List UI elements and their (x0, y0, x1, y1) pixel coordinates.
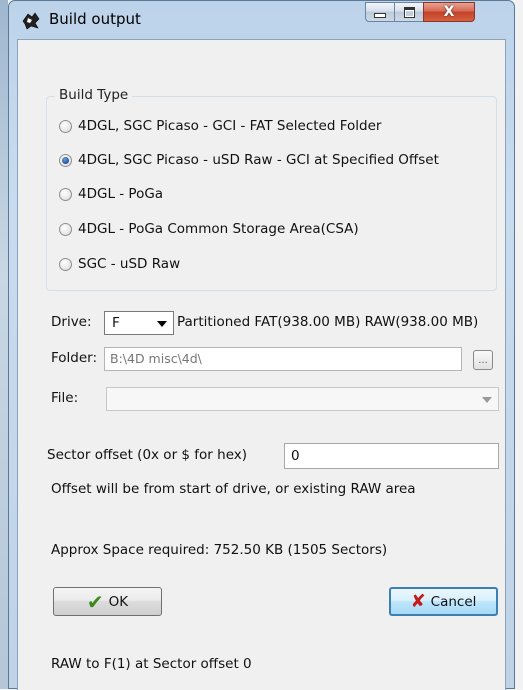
chevron-down-icon[interactable] (482, 397, 492, 403)
desktop-background-right (515, 0, 523, 689)
chevron-down-icon[interactable] (157, 321, 167, 327)
sector-offset-label: Sector offset (0x or $ for hex) (47, 447, 248, 463)
build-type-group: Build Type 4DGL, SGC Picaso - GCI - FAT … (46, 87, 497, 291)
build-type-option-poga-csa[interactable]: 4DGL - PoGa Common Storage Area(CSA) (59, 221, 359, 237)
radio-button-selected[interactable] (59, 153, 72, 167)
radio-button[interactable] (59, 119, 72, 133)
ok-button[interactable]: ✔ OK (53, 587, 162, 616)
file-select[interactable] (106, 387, 499, 411)
option-label: SGC - uSD Raw (78, 256, 181, 272)
ok-label: OK (108, 593, 129, 610)
option-label: 4DGL - PoGa Common Storage Area(CSA) (78, 221, 359, 237)
option-label: 4DGL - PoGa (78, 186, 164, 202)
build-type-option-poga[interactable]: 4DGL - PoGa (59, 186, 163, 202)
folder-field[interactable]: B:\4D misc\4d\ (104, 347, 462, 371)
drive-select[interactable]: F (104, 311, 174, 335)
radio-button[interactable] (59, 187, 72, 201)
checkmark-icon: ✔ (86, 589, 104, 614)
drive-label: Drive: (51, 314, 92, 330)
folder-label: Folder: (51, 350, 98, 366)
cross-icon: ✘ (410, 590, 426, 612)
minimize-icon (374, 13, 386, 18)
offset-note: Offset will be from start of drive, or e… (51, 481, 416, 497)
close-icon: X (443, 4, 455, 20)
cancel-label: Cancel (430, 593, 477, 610)
drive-value: F (112, 315, 120, 331)
file-label: File: (51, 390, 79, 406)
browse-folder-button[interactable]: ... (473, 350, 493, 370)
drive-info: Partitioned FAT(938.00 MB) RAW(938.00 MB… (177, 314, 479, 330)
option-label: 4DGL, SGC Picaso - uSD Raw - GCI at Spec… (78, 152, 439, 168)
cancel-button[interactable]: ✘ Cancel (389, 587, 498, 616)
titlebar[interactable]: Build output X (9, 1, 514, 39)
radio-button[interactable] (59, 222, 72, 236)
desktop-background-left (0, 0, 8, 689)
build-type-legend: Build Type (55, 87, 133, 103)
option-label: 4DGL, SGC Picaso - GCI - FAT Selected Fo… (78, 118, 382, 134)
window-title: Build output (49, 10, 141, 28)
minimize-button[interactable] (365, 2, 395, 22)
build-type-option-sgc-usd-raw[interactable]: SGC - uSD Raw (59, 256, 180, 272)
radio-button[interactable] (59, 257, 72, 271)
close-button[interactable]: X (423, 2, 475, 22)
space-required-text: Approx Space required: 752.50 KB (1505 S… (51, 542, 388, 558)
4d-app-icon (22, 12, 40, 30)
maximize-icon (403, 6, 415, 18)
maximize-button[interactable] (394, 2, 424, 22)
build-type-option-usd-raw-offset[interactable]: 4DGL, SGC Picaso - uSD Raw - GCI at Spec… (59, 152, 439, 168)
status-text: RAW to F(1) at Sector offset 0 (51, 656, 252, 672)
build-type-option-fat-folder[interactable]: 4DGL, SGC Picaso - GCI - FAT Selected Fo… (59, 118, 381, 134)
sector-offset-field[interactable]: 0 (284, 443, 499, 469)
